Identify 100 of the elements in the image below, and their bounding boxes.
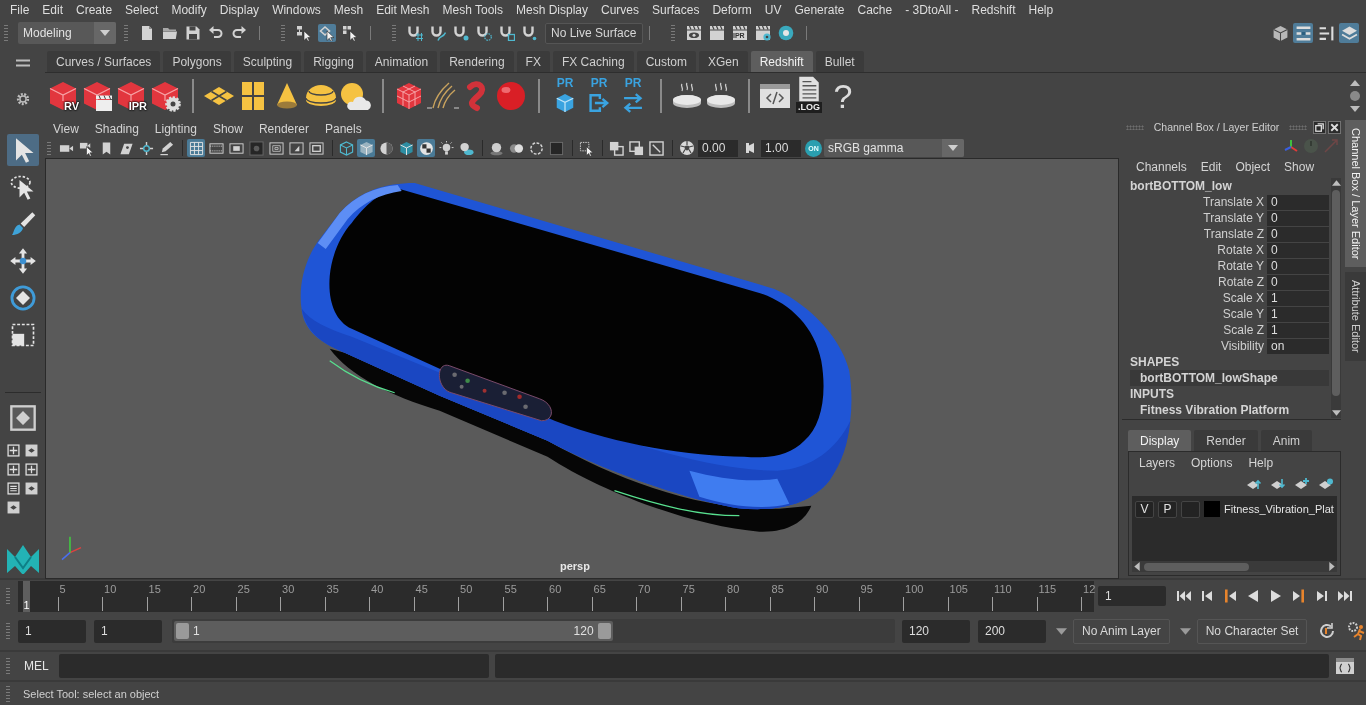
menu-item[interactable]: Select bbox=[125, 3, 159, 17]
scroll-up-icon[interactable] bbox=[1331, 180, 1341, 186]
scroll-left-icon[interactable] bbox=[1134, 562, 1140, 571]
help-button[interactable]: ? bbox=[827, 77, 859, 114]
shelf-tab[interactable]: Sculpting bbox=[233, 51, 302, 72]
title-frame-icon[interactable] bbox=[307, 139, 325, 157]
light-bulb-icon[interactable] bbox=[437, 139, 455, 157]
platform-model-drawing[interactable] bbox=[300, 183, 852, 532]
pencil-icon[interactable] bbox=[157, 139, 175, 157]
menu-item[interactable]: - 3DtoAll - bbox=[905, 3, 959, 17]
move-layer-up-icon[interactable] bbox=[1246, 478, 1262, 490]
scrollbar[interactable] bbox=[1132, 561, 1337, 572]
shelf-tab[interactable]: Custom bbox=[636, 51, 696, 72]
strands-icon[interactable] bbox=[427, 79, 459, 112]
clapperboard-icon[interactable] bbox=[708, 24, 726, 42]
caret-icon[interactable] bbox=[1179, 627, 1191, 635]
shelf-tab[interactable]: Rigging bbox=[304, 51, 363, 72]
field-chart-icon[interactable] bbox=[267, 139, 285, 157]
menu-item[interactable]: Deform bbox=[712, 3, 752, 17]
attribute-field[interactable]: 0 bbox=[1267, 194, 1329, 210]
shape-node-item[interactable]: bortBOTTOM_lowShape bbox=[1130, 370, 1329, 386]
panel-menu[interactable]: Panels bbox=[324, 122, 362, 136]
magnet-grid-icon[interactable] bbox=[406, 24, 424, 42]
attribute-field[interactable]: 0 bbox=[1267, 210, 1329, 226]
move-layer-down-icon[interactable] bbox=[1270, 478, 1286, 490]
shelf-tab[interactable]: XGen bbox=[698, 51, 748, 72]
four-view-layout-icon[interactable] bbox=[6, 443, 21, 458]
caret-icon[interactable] bbox=[1056, 627, 1067, 635]
shelf-tab[interactable]: FX bbox=[516, 51, 550, 72]
menu-item[interactable]: Surfaces bbox=[652, 3, 700, 17]
menu-item[interactable]: Windows bbox=[272, 3, 321, 17]
settings-icon[interactable] bbox=[15, 92, 30, 106]
attribute-field[interactable]: 0 bbox=[1267, 258, 1329, 274]
menu-item[interactable]: Cache bbox=[857, 3, 893, 17]
half-shaded-circle-icon[interactable] bbox=[377, 139, 395, 157]
layer-name[interactable]: Fitness_Vibration_Plat bbox=[1224, 503, 1334, 515]
magnet-curve-icon[interactable] bbox=[429, 24, 447, 42]
current-frame-marker[interactable]: 1 bbox=[23, 580, 30, 612]
channel-menu[interactable]: Object bbox=[1235, 160, 1271, 174]
axis-arrows-icon[interactable] bbox=[1283, 138, 1299, 154]
command-language-label[interactable]: MEL bbox=[24, 659, 59, 673]
viewport-canvas[interactable]: persp bbox=[45, 158, 1119, 579]
script-editor-icon[interactable] bbox=[1335, 656, 1355, 676]
wireframe-cube-icon[interactable] bbox=[337, 139, 355, 157]
clapperboard-eye-icon[interactable] bbox=[685, 24, 703, 42]
attribute-field[interactable]: 1 bbox=[1267, 290, 1329, 306]
character-set-dropdown[interactable]: No Character Set bbox=[1196, 618, 1308, 644]
menu-item[interactable]: Mesh bbox=[333, 3, 364, 17]
clapperboard-gear-icon[interactable] bbox=[754, 24, 772, 42]
menu-item[interactable]: Modify bbox=[171, 3, 207, 17]
panel-menu[interactable]: View bbox=[53, 122, 79, 136]
shelf-tab[interactable]: Polygons bbox=[163, 51, 231, 72]
shelf-tab[interactable]: Rendering bbox=[440, 51, 514, 72]
scroll-thumb-icon[interactable] bbox=[1350, 90, 1360, 101]
logo-icon[interactable] bbox=[5, 544, 40, 574]
single-view-layout-icon[interactable] bbox=[7, 403, 38, 433]
sphere-icon[interactable] bbox=[495, 79, 527, 112]
time-slider[interactable]: 5 10 15 20 25 30 35 40 45 50 55 60 65 70 75 80 85 90 95 100 105 110 115 12 1 bbox=[18, 580, 1094, 612]
crossed-square-icon[interactable] bbox=[647, 139, 665, 157]
cube-gear-icon[interactable] bbox=[149, 79, 181, 112]
current-frame-field[interactable]: 1 bbox=[1098, 586, 1166, 606]
end-frame-field[interactable]: 200 bbox=[978, 619, 1046, 643]
layer-type-toggle[interactable] bbox=[1181, 500, 1200, 518]
menu-item[interactable]: Create bbox=[76, 3, 113, 17]
menu-item[interactable]: Display bbox=[219, 3, 260, 17]
menu-item[interactable]: Mesh Display bbox=[516, 3, 589, 17]
layer-editor-tab[interactable]: Anim bbox=[1260, 430, 1313, 451]
four-view-layout-icon[interactable] bbox=[6, 462, 21, 477]
diamond-tile-icon[interactable] bbox=[24, 481, 39, 496]
list-layout-icon[interactable] bbox=[6, 481, 21, 496]
panel-menu[interactable]: Renderer bbox=[258, 122, 309, 136]
menu-item[interactable]: UV bbox=[764, 3, 782, 17]
layers-icon[interactable] bbox=[1339, 23, 1359, 43]
shaded-cube-icon[interactable] bbox=[357, 139, 375, 157]
wireframe-shaded-cube-icon[interactable] bbox=[397, 139, 415, 157]
attribute-field[interactable]: 0 bbox=[1267, 242, 1329, 258]
channel-menu[interactable]: Show bbox=[1284, 160, 1315, 174]
menu-item[interactable]: Help bbox=[1028, 3, 1054, 17]
object-select-icon[interactable] bbox=[318, 24, 336, 42]
scroll-down-icon[interactable] bbox=[1350, 105, 1360, 112]
dashed-circle-icon[interactable] bbox=[527, 139, 545, 157]
shelf-tab[interactable]: Animation bbox=[365, 51, 438, 72]
diamond-tile-icon[interactable] bbox=[24, 443, 39, 458]
save-icon[interactable] bbox=[184, 24, 202, 42]
attribute-field[interactable]: on bbox=[1267, 338, 1329, 354]
start-frame-field[interactable]: 1 bbox=[18, 619, 86, 643]
scroll-right-icon[interactable] bbox=[1329, 562, 1335, 571]
side-tab[interactable]: Attribute Editor bbox=[1345, 272, 1366, 362]
pan-icon[interactable] bbox=[137, 139, 155, 157]
playback-start-field[interactable]: 1 bbox=[94, 619, 162, 643]
component-select-icon[interactable] bbox=[341, 24, 359, 42]
anim-layer-dropdown[interactable]: No Anim Layer bbox=[1073, 618, 1170, 644]
panel-menu[interactable]: Shading bbox=[94, 122, 139, 136]
layer-editor-tab[interactable]: Render bbox=[1194, 430, 1258, 451]
log-file-button[interactable]: .LOG bbox=[793, 75, 825, 116]
new-layer-selected-icon[interactable] bbox=[1318, 478, 1334, 490]
channel-menu[interactable]: Channels bbox=[1136, 160, 1187, 174]
menu-item[interactable]: Edit bbox=[42, 3, 64, 17]
menu-item[interactable]: Mesh Tools bbox=[442, 3, 503, 17]
isolate-select-icon[interactable] bbox=[577, 139, 595, 157]
